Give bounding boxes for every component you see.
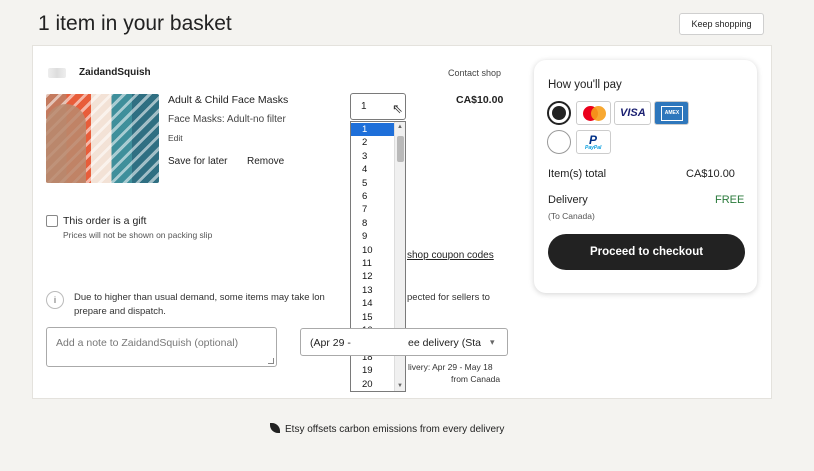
visa-icon: VISA — [614, 101, 651, 125]
save-for-later-button[interactable]: Save for later — [168, 156, 227, 167]
carbon-notice: Etsy offsets carbon emissions from every… — [270, 423, 504, 435]
page-title: 1 item in your basket — [38, 12, 232, 35]
chevron-down-icon: ▾ — [490, 337, 495, 347]
quantity-option[interactable]: 1 — [351, 123, 395, 137]
delivery-note: (To Canada) — [548, 211, 595, 221]
info-icon: i — [46, 291, 64, 309]
quantity-value: 1 — [361, 101, 367, 112]
carbon-text: Etsy offsets carbon emissions from every… — [285, 424, 505, 435]
scrollbar-thumb[interactable] — [397, 136, 404, 162]
quantity-option[interactable]: 13 — [351, 284, 395, 297]
quantity-option[interactable]: 2 — [351, 136, 395, 149]
payment-title: How you'll pay — [548, 79, 622, 91]
items-total-value: CA$10.00 — [686, 168, 735, 180]
item-variant: Face Masks: Adult-no filter — [168, 114, 286, 125]
item-price: CA$10.00 — [456, 94, 504, 106]
quantity-option[interactable]: 8 — [351, 217, 395, 230]
resize-grip-icon[interactable] — [268, 358, 274, 364]
quantity-option[interactable]: 4 — [351, 163, 395, 176]
quantity-option[interactable]: 10 — [351, 244, 395, 257]
quantity-option[interactable]: 9 — [351, 230, 395, 243]
delivery-label: Delivery — [548, 194, 588, 206]
delivery-value: FREE — [715, 194, 745, 206]
gift-note: Prices will not be shown on packing slip — [63, 230, 213, 240]
paypal-icon: P PayPal — [576, 130, 611, 154]
contact-shop-link[interactable]: Contact shop — [448, 68, 501, 78]
remove-button[interactable]: Remove — [247, 156, 284, 167]
checkout-button[interactable]: Proceed to checkout — [548, 234, 745, 270]
quantity-option[interactable]: 3 — [351, 150, 395, 163]
gift-checkbox[interactable] — [46, 215, 58, 227]
mouse-cursor-icon: ⇖ — [392, 101, 403, 116]
keep-shopping-button[interactable]: Keep shopping — [679, 13, 764, 35]
paypal-radio[interactable] — [547, 130, 571, 154]
notice-text-3: prepare and dispatch. — [74, 306, 166, 317]
leaf-icon — [270, 423, 280, 433]
scroll-up-icon[interactable]: ▲ — [397, 124, 403, 130]
delivery-select-left: (Apr 29 - — [310, 337, 351, 349]
quantity-option[interactable]: 20 — [351, 378, 395, 391]
delivery-estimate: livery: Apr 29 - May 18 — [408, 362, 493, 372]
items-total-label: Item(s) total — [548, 168, 607, 180]
mastercard-icon — [576, 101, 611, 125]
note-placeholder: Add a note to ZaidandSquish (optional) — [56, 337, 239, 349]
quantity-option[interactable]: 11 — [351, 257, 395, 270]
item-thumbnail[interactable] — [46, 94, 159, 183]
quantity-option[interactable]: 7 — [351, 203, 395, 216]
notice-text-2: pected for sellers to — [407, 292, 490, 303]
edit-link[interactable]: Edit — [168, 133, 183, 143]
quantity-option[interactable]: 14 — [351, 297, 395, 310]
shop-name[interactable]: ZaidandSquish — [79, 67, 151, 78]
delivery-select[interactable]: (Apr 29 - ee delivery (Sta ▾ — [300, 328, 508, 356]
notice-text-1: Due to higher than usual demand, some it… — [74, 292, 325, 303]
seller-note-field[interactable]: Add a note to ZaidandSquish (optional) — [46, 327, 277, 367]
amex-icon: AMEX — [654, 101, 689, 125]
quantity-option[interactable]: 6 — [351, 190, 395, 203]
delivery-origin: from Canada — [451, 374, 501, 384]
quantity-option[interactable]: 15 — [351, 311, 395, 324]
quantity-option[interactable]: 19 — [351, 364, 395, 377]
item-title[interactable]: Adult & Child Face Masks — [168, 94, 288, 106]
delivery-select-right: ee delivery (Sta — [408, 337, 481, 349]
quantity-select[interactable]: 1 ⇖ — [350, 93, 406, 120]
quantity-option[interactable]: 5 — [351, 177, 395, 190]
gift-label[interactable]: This order is a gift — [63, 215, 146, 227]
scroll-down-icon[interactable]: ▼ — [397, 383, 403, 389]
card-radio-selected[interactable] — [547, 101, 571, 125]
quantity-option[interactable]: 12 — [351, 270, 395, 283]
coupon-link[interactable]: shop coupon codes — [407, 250, 494, 261]
shop-logo — [48, 68, 66, 78]
